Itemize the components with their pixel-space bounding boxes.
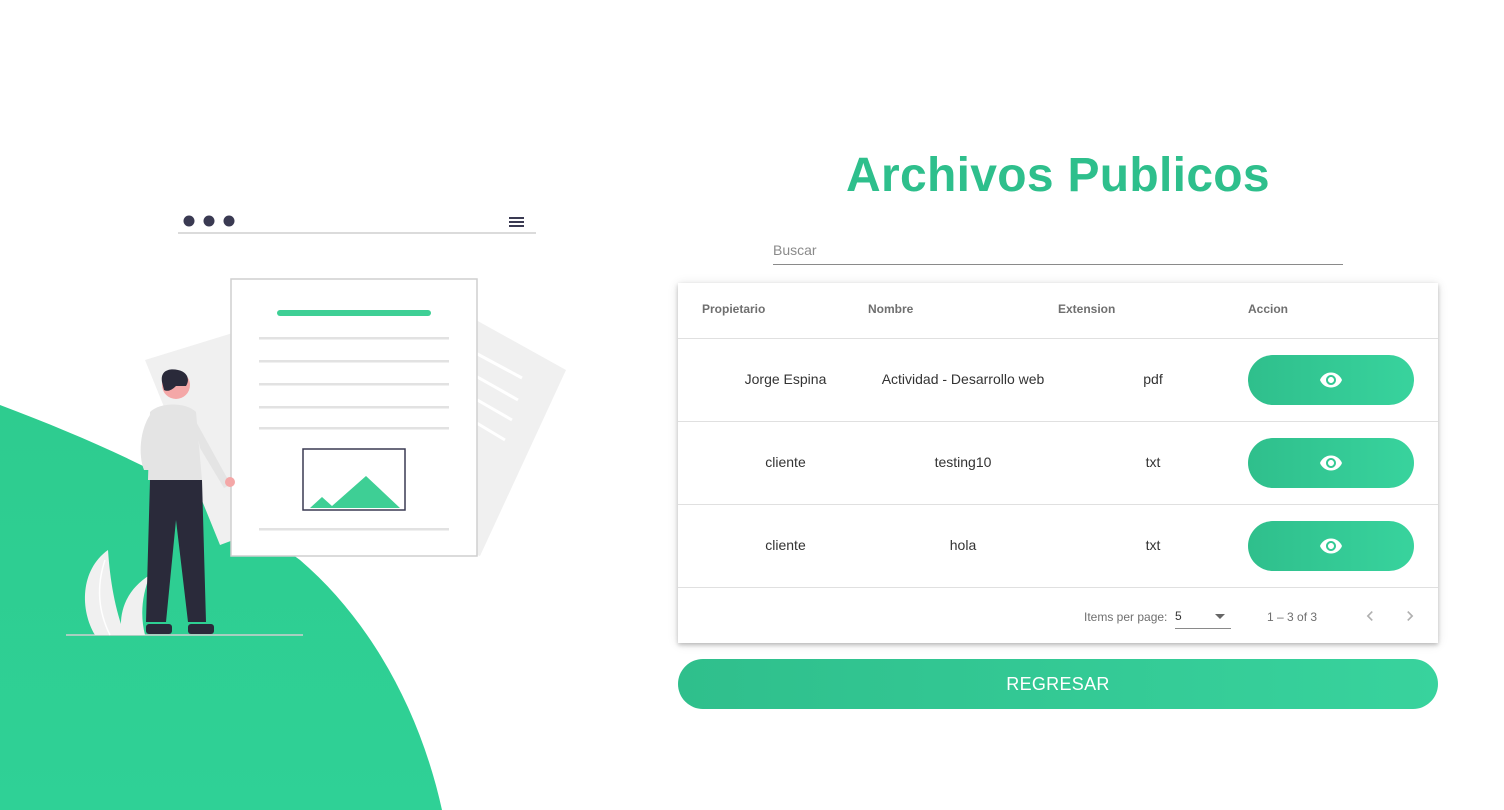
files-table-card: Propietario Nombre Extension Accion Jorg… (678, 283, 1438, 643)
table-row: cliente hola txt (678, 505, 1438, 588)
cell-name: testing10 (934, 454, 992, 470)
view-file-button[interactable] (1248, 521, 1414, 571)
header-owner[interactable]: Propietario (702, 302, 765, 316)
table-row: cliente testing10 txt (678, 422, 1438, 505)
cell-owner: cliente (765, 537, 806, 553)
cell-extension: txt (1145, 454, 1161, 470)
caret-down-icon (1215, 614, 1225, 619)
chevron-right-icon (1407, 611, 1414, 621)
eye-icon (1320, 455, 1342, 471)
previous-page-button[interactable] (1356, 602, 1384, 630)
page-title: Archivos Publicos (846, 149, 1270, 202)
table-header: Propietario Nombre Extension Accion (678, 283, 1438, 339)
table-row: Jorge Espina Actividad - Desarrollo web … (678, 339, 1438, 422)
back-button[interactable]: REGRESAR (678, 659, 1438, 709)
eye-icon (1320, 538, 1342, 554)
search-field[interactable] (773, 240, 1343, 265)
view-file-button[interactable] (1248, 438, 1414, 488)
next-page-button[interactable] (1396, 602, 1424, 630)
chevron-left-icon (1366, 611, 1373, 621)
items-per-page-select[interactable]: 5 (1175, 606, 1231, 629)
cell-extension: txt (1145, 537, 1161, 553)
cell-owner: cliente (765, 454, 806, 470)
view-file-button[interactable] (1248, 355, 1414, 405)
page-range-label: 1 – 3 of 3 (1267, 610, 1318, 624)
header-extension[interactable]: Extension (1058, 302, 1115, 316)
cell-extension: pdf (1143, 371, 1163, 387)
cell-name: Actividad - Desarrollo web (881, 371, 1045, 387)
items-per-page-label: Items per page: (1084, 610, 1168, 624)
documents-illustration (66, 215, 566, 636)
cell-name: hola (949, 537, 977, 553)
items-per-page-value: 5 (1175, 609, 1182, 623)
header-name[interactable]: Nombre (868, 302, 913, 316)
header-action: Accion (1248, 302, 1289, 316)
eye-icon (1320, 372, 1342, 388)
paginator: Items per page: 5 1 – 3 of 3 (678, 588, 1438, 644)
search-input[interactable] (773, 240, 1343, 260)
cell-owner: Jorge Espina (744, 371, 827, 387)
